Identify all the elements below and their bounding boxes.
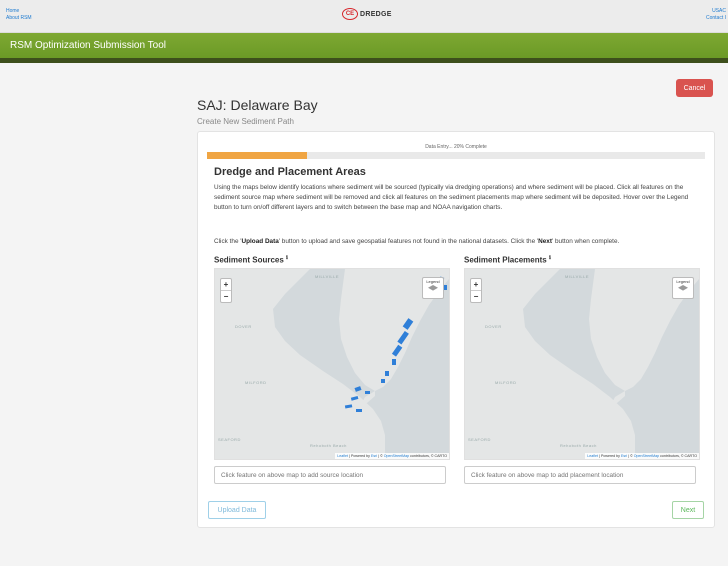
cancel-button[interactable]: Cancel <box>676 79 713 97</box>
top-links-right: USAC Contact I <box>706 8 726 22</box>
progress-bar <box>207 152 705 159</box>
source-location-input[interactable] <box>214 466 446 484</box>
place-label: DOVER <box>485 324 502 329</box>
sources-features-layer <box>344 276 447 412</box>
placements-legend-button[interactable]: Legend <box>672 277 694 299</box>
legend-label: Legend <box>426 279 440 284</box>
app-banner: RSM Optimization Submission Tool <box>0 33 728 63</box>
source-feature[interactable] <box>385 371 389 376</box>
instruction-upload-emphasis: Upload Data <box>241 238 279 245</box>
page-title: SAJ: Delaware Bay <box>197 97 318 113</box>
attribution-text: | © <box>377 454 384 458</box>
home-link[interactable]: Home <box>6 8 32 15</box>
top-links-left: Home About RSM <box>6 8 32 22</box>
source-feature[interactable] <box>397 330 409 345</box>
place-label: Rehoboth Beach <box>560 443 597 448</box>
instruction-next-emphasis: Next <box>538 238 552 245</box>
attribution-text: contributors, © CARTO <box>409 454 447 458</box>
placements-title-text: Sediment Placements <box>464 255 547 265</box>
top-bar: Home About RSM CE DREDGE USAC Contact I <box>0 0 728 33</box>
placement-location-input[interactable] <box>464 466 696 484</box>
instruction-text: ' button to upload and save geospatial f… <box>278 238 539 245</box>
layers-icon <box>678 285 688 291</box>
form-card: Data Entry... 20% Complete Dredge and Pl… <box>197 131 715 528</box>
source-feature[interactable] <box>381 379 385 383</box>
usace-link[interactable]: USAC <box>706 8 726 15</box>
attribution-text: | Powered by <box>598 454 621 458</box>
source-feature[interactable] <box>354 386 362 392</box>
leaflet-link[interactable]: Leaflet <box>587 454 598 458</box>
source-feature[interactable] <box>392 359 396 365</box>
source-feature[interactable] <box>402 318 414 330</box>
source-feature[interactable] <box>356 409 362 412</box>
placements-zoom-control: + − <box>470 278 482 303</box>
place-label: MILFORD <box>245 380 267 385</box>
zoom-in-button[interactable]: + <box>221 279 231 291</box>
place-label: DOVER <box>235 324 252 329</box>
next-button[interactable]: Next <box>672 501 704 519</box>
leaflet-link[interactable]: Leaflet <box>337 454 348 458</box>
source-feature[interactable] <box>391 344 403 357</box>
placements-map-canvas <box>465 269 699 459</box>
map-attribution: Leaflet | Powered by Esri | © OpenStreet… <box>585 453 699 459</box>
placements-map-title: Sediment Placements ℹ <box>464 255 551 265</box>
place-label: SEAFORD <box>218 437 241 442</box>
info-icon[interactable]: ℹ <box>549 255 551 261</box>
layers-icon <box>428 285 438 291</box>
osm-link[interactable]: OpenStreetMap <box>384 454 409 458</box>
about-link[interactable]: About RSM <box>6 15 32 22</box>
source-feature[interactable] <box>344 404 353 409</box>
place-label: MILLVILLE <box>565 274 589 279</box>
cedredge-logo: CE DREDGE <box>342 8 392 20</box>
osm-link[interactable]: OpenStreetMap <box>634 454 659 458</box>
section-description: Using the maps below identify locations … <box>214 184 689 211</box>
progress-label: Data Entry... 20% Complete <box>425 144 487 150</box>
info-icon[interactable]: ℹ <box>286 255 288 261</box>
sources-map-title: Sediment Sources ℹ <box>214 255 288 265</box>
sources-title-text: Sediment Sources <box>214 255 284 265</box>
map-attribution: Leaflet | Powered by Esri | © OpenStreet… <box>335 453 449 459</box>
instruction-text: ' button when complete. <box>551 238 620 245</box>
section-instruction: Click the 'Upload Data' button to upload… <box>214 237 714 247</box>
source-feature[interactable] <box>350 395 359 401</box>
source-feature[interactable] <box>365 391 370 394</box>
attribution-text: | © <box>627 454 634 458</box>
place-label: MILLVILLE <box>315 274 339 279</box>
sediment-sources-map[interactable]: MILLVILLE DOVER MILFORD SEAFORD Rehoboth… <box>214 268 450 460</box>
upload-data-button[interactable]: Upload Data <box>208 501 266 519</box>
logo-mark: CE <box>342 8 358 20</box>
app-title: RSM Optimization Submission Tool <box>10 40 166 51</box>
progress-fill <box>207 152 307 159</box>
logo-text: DREDGE <box>360 10 392 18</box>
place-label: Rehoboth Beach <box>310 443 347 448</box>
zoom-out-button[interactable]: − <box>221 291 231 302</box>
attribution-text: | Powered by <box>348 454 371 458</box>
legend-label: Legend <box>676 279 690 284</box>
sources-legend-button[interactable]: Legend <box>422 277 444 299</box>
zoom-out-button[interactable]: − <box>471 291 481 302</box>
sediment-placements-map[interactable]: MILLVILLE DOVER MILFORD SEAFORD Rehoboth… <box>464 268 700 460</box>
attribution-text: contributors, © CARTO <box>659 454 697 458</box>
section-title: Dredge and Placement Areas <box>214 166 366 178</box>
place-label: MILFORD <box>495 380 517 385</box>
contact-link[interactable]: Contact I <box>706 15 726 22</box>
instruction-text: Click the ' <box>214 238 242 245</box>
sources-zoom-control: + − <box>220 278 232 303</box>
zoom-in-button[interactable]: + <box>471 279 481 291</box>
place-label: SEAFORD <box>468 437 491 442</box>
page-subtitle: Create New Sediment Path <box>197 117 294 126</box>
